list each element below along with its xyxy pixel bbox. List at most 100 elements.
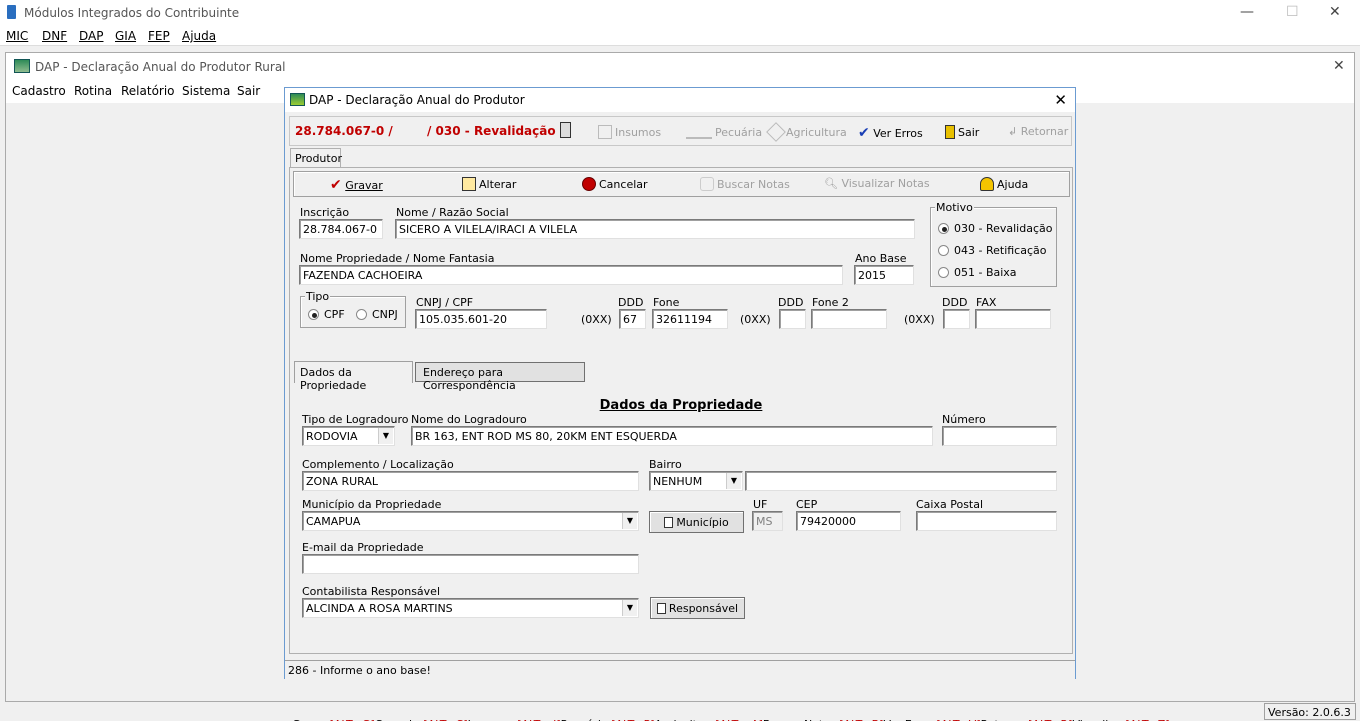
nome-logradouro-field[interactable]: BR 163, ENT ROD MS 80, 20KM ENT ESQUERDA <box>411 426 933 446</box>
alterar-button[interactable]: Alterar <box>462 177 516 191</box>
ver-erros-button[interactable]: ✔ Ver Erros <box>858 125 923 141</box>
ddd-field[interactable]: 67 <box>619 309 646 329</box>
alterar-label: Alterar <box>479 178 517 191</box>
inscricao-field[interactable]: 28.784.067-0 <box>299 219 383 239</box>
return-arrow-icon: ↲ <box>1008 125 1018 138</box>
fone2-field[interactable] <box>811 309 887 329</box>
menu-relatorio[interactable]: Relatório <box>121 84 175 98</box>
menu-fep[interactable]: FEP <box>148 29 170 43</box>
caixa-postal-field[interactable] <box>916 511 1057 531</box>
cancel-icon <box>582 177 596 191</box>
document-icon <box>656 603 666 614</box>
minimize-icon[interactable]: — <box>1240 4 1254 20</box>
propriedade-label: Nome Propriedade / Nome Fantasia <box>300 252 495 265</box>
child-close-icon[interactable]: ✕ <box>1333 58 1345 74</box>
tab-endereco-correspondencia[interactable]: Endereço para Correspondência <box>415 362 585 392</box>
numero-field[interactable] <box>942 426 1057 446</box>
responsavel-button[interactable]: Responsável <box>650 597 745 619</box>
nome-label: Nome / Razão Social <box>396 206 509 219</box>
sair-button[interactable]: Sair <box>945 125 979 139</box>
insumos-button[interactable]: Insumos <box>598 125 661 139</box>
tipo-cnpj-label: CNPJ <box>372 308 398 321</box>
visualizar-notas-button[interactable]: 🔍︎ Visualizar Notas <box>824 177 930 190</box>
uf-field: MS <box>752 511 783 531</box>
buscar-notas-button[interactable]: Buscar Notas <box>700 177 790 191</box>
propriedade-field[interactable]: FAZENDA CACHOEIRA <box>299 265 843 285</box>
ajuda-label: Ajuda <box>997 178 1029 191</box>
motivo-label: Motivo <box>935 201 974 214</box>
contabilista-select[interactable]: ALCINDA A ROSA MARTINS ▼ <box>302 598 639 618</box>
cnpj-cpf-field[interactable]: 105.035.601-20 <box>415 309 547 329</box>
app-icon <box>7 5 16 19</box>
municipio-value: CAMAPUA <box>306 515 361 528</box>
menu-sistema[interactable]: Sistema <box>182 84 230 98</box>
email-label: E-mail da Propriedade <box>302 541 424 554</box>
ddd2-label: DDD <box>778 296 804 309</box>
tipo-radio-cnpj[interactable]: CNPJ <box>356 308 398 321</box>
tipo-logradouro-value: RODOVIA <box>306 430 358 443</box>
action-bar: ✔ Gravar Alterar Cancelar Buscar Notas 🔍… <box>293 171 1070 197</box>
motivo-group: Motivo 030 - Revalidação 043 - Retificaç… <box>930 201 1057 287</box>
bairro-label: Bairro <box>649 458 682 471</box>
status-bar: 286 - Informe o ano base! <box>285 660 1075 679</box>
fax-field[interactable] <box>975 309 1051 329</box>
municipio-label: Município da Propriedade <box>302 498 442 511</box>
menu-rotina[interactable]: Rotina <box>74 84 112 98</box>
checkmark-icon: ✔ <box>330 177 342 193</box>
tab-produtor[interactable]: Produtor <box>290 148 342 168</box>
ddd3-field[interactable] <box>943 309 970 329</box>
ajuda-button[interactable]: Ajuda <box>980 177 1028 191</box>
municipio-button[interactable]: Município <box>649 511 744 533</box>
menu-dnf[interactable]: DNF <box>42 29 67 43</box>
close-icon[interactable]: ✕ <box>1329 4 1341 20</box>
produtor-panel: ✔ Gravar Alterar Cancelar Buscar Notas 🔍… <box>289 167 1170 721</box>
complemento-field[interactable]: ZONA RURAL <box>302 471 639 491</box>
email-field[interactable] <box>302 554 639 574</box>
tipo-group: Tipo CPF CNPJ <box>300 290 406 328</box>
menu-dap[interactable]: DAP <box>79 29 103 43</box>
ano-base-field[interactable]: 2015 <box>854 265 914 285</box>
bairro-select[interactable]: NENHUM ▼ <box>649 471 743 491</box>
motivo-radio-051[interactable]: 051 - Baixa <box>938 266 1017 279</box>
municipio-select[interactable]: CAMAPUA ▼ <box>302 511 639 531</box>
motivo-option-label: 043 - Retificação <box>954 244 1047 257</box>
complemento-label: Complemento / Localização <box>302 458 454 471</box>
bairro-value: NENHUM <box>653 475 703 488</box>
tipo-cpf-label: CPF <box>324 308 345 321</box>
tipo-radio-cpf[interactable]: CPF <box>308 308 345 321</box>
agricultura-button[interactable]: Agricultura <box>766 122 847 142</box>
motivo-radio-043[interactable]: 043 - Retificação <box>938 244 1046 257</box>
nome-field[interactable]: SICERO A VILELA/IRACI A VILELA <box>395 219 915 239</box>
cep-field[interactable]: 79420000 <box>796 511 901 531</box>
version-label: Versão: 2.0.6.3 <box>1264 703 1356 720</box>
tab-dados-propriedade[interactable]: Dados da Propriedade <box>294 361 413 392</box>
fone-field[interactable]: 32611194 <box>652 309 728 329</box>
calculator-icon[interactable] <box>560 122 571 138</box>
chevron-down-icon: ▼ <box>622 600 637 616</box>
dialog-title-bar: DAP - Declaração Anual do Produtor ✕ <box>285 88 1075 112</box>
notes-icon <box>700 177 714 191</box>
cancelar-button[interactable]: Cancelar <box>582 177 648 191</box>
ddd-label: DDD <box>618 296 644 309</box>
menu-sair[interactable]: Sair <box>237 84 260 98</box>
retornar-button[interactable]: ↲ Retornar <box>1008 125 1068 138</box>
menu-mic[interactable]: MIC <box>6 29 28 43</box>
bairro-text-field[interactable] <box>745 471 1057 491</box>
gravar-button[interactable]: ✔ Gravar <box>330 177 383 193</box>
agriculture-icon <box>766 122 786 142</box>
menu-ajuda[interactable]: Ajuda <box>182 29 216 43</box>
motivo-option-label: 030 - Revalidação <box>954 222 1053 235</box>
chevron-down-icon: ▼ <box>726 473 741 489</box>
dialog-icon <box>290 93 305 106</box>
pecuaria-button[interactable]: Pecuária <box>686 125 762 139</box>
tipo-logradouro-select[interactable]: RODOVIA ▼ <box>302 426 395 446</box>
motivo-radio-030[interactable]: 030 - Revalidação <box>938 222 1052 235</box>
menu-gia[interactable]: GIA <box>115 29 136 43</box>
contabilista-label: Contabilista Responsável <box>302 585 441 598</box>
dialog-close-icon[interactable]: ✕ <box>1054 91 1067 109</box>
menu-cadastro[interactable]: Cadastro <box>12 84 66 98</box>
ddd3-label: DDD <box>942 296 968 309</box>
ddd2-field[interactable] <box>779 309 806 329</box>
maximize-icon[interactable]: ☐ <box>1286 4 1299 20</box>
cattle-icon <box>686 125 712 139</box>
